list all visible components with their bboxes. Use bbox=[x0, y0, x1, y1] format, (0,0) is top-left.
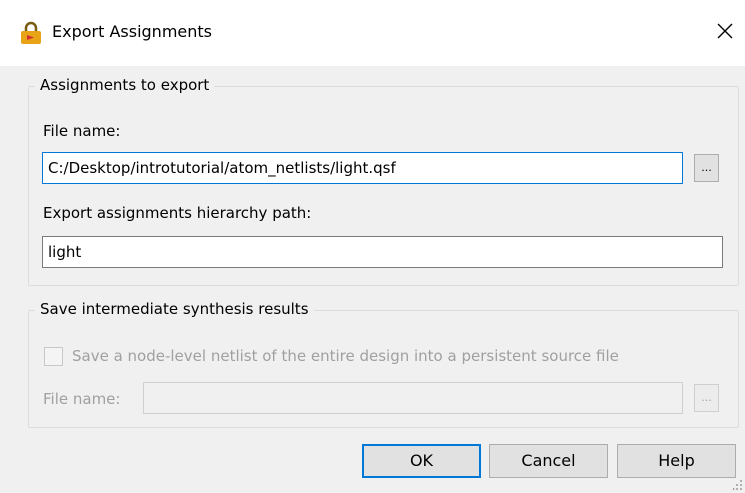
file-name-input[interactable]: C:/Desktop/introtutorial/atom_netlists/l… bbox=[42, 152, 683, 184]
synthesis-group-legend: Save intermediate synthesis results bbox=[35, 300, 314, 318]
hierarchy-path-label: Export assignments hierarchy path: bbox=[43, 204, 312, 222]
save-netlist-checkbox-label: Save a node-level netlist of the entire … bbox=[72, 347, 619, 365]
cancel-button[interactable]: Cancel bbox=[489, 444, 608, 478]
window-title: Export Assignments bbox=[52, 22, 212, 41]
assignments-group-legend: Assignments to export bbox=[35, 76, 215, 94]
netlist-file-name-label: File name: bbox=[43, 390, 121, 408]
ok-button[interactable]: OK bbox=[362, 444, 481, 478]
close-icon[interactable] bbox=[712, 18, 738, 44]
file-name-label: File name: bbox=[43, 122, 121, 140]
resize-grip-icon[interactable] bbox=[733, 479, 743, 491]
netlist-file-name-input[interactable] bbox=[143, 382, 683, 414]
title-bar: Export Assignments bbox=[0, 0, 745, 66]
help-button[interactable]: Help bbox=[617, 444, 736, 478]
browse-netlist-button[interactable]: ... bbox=[694, 384, 719, 412]
hierarchy-path-input[interactable]: light bbox=[42, 236, 723, 268]
save-netlist-checkbox[interactable] bbox=[44, 347, 63, 366]
dialog-body: Assignments to export File name: C:/Desk… bbox=[0, 66, 745, 493]
lock-icon bbox=[21, 21, 41, 44]
browse-file-button[interactable]: ... bbox=[694, 154, 719, 182]
